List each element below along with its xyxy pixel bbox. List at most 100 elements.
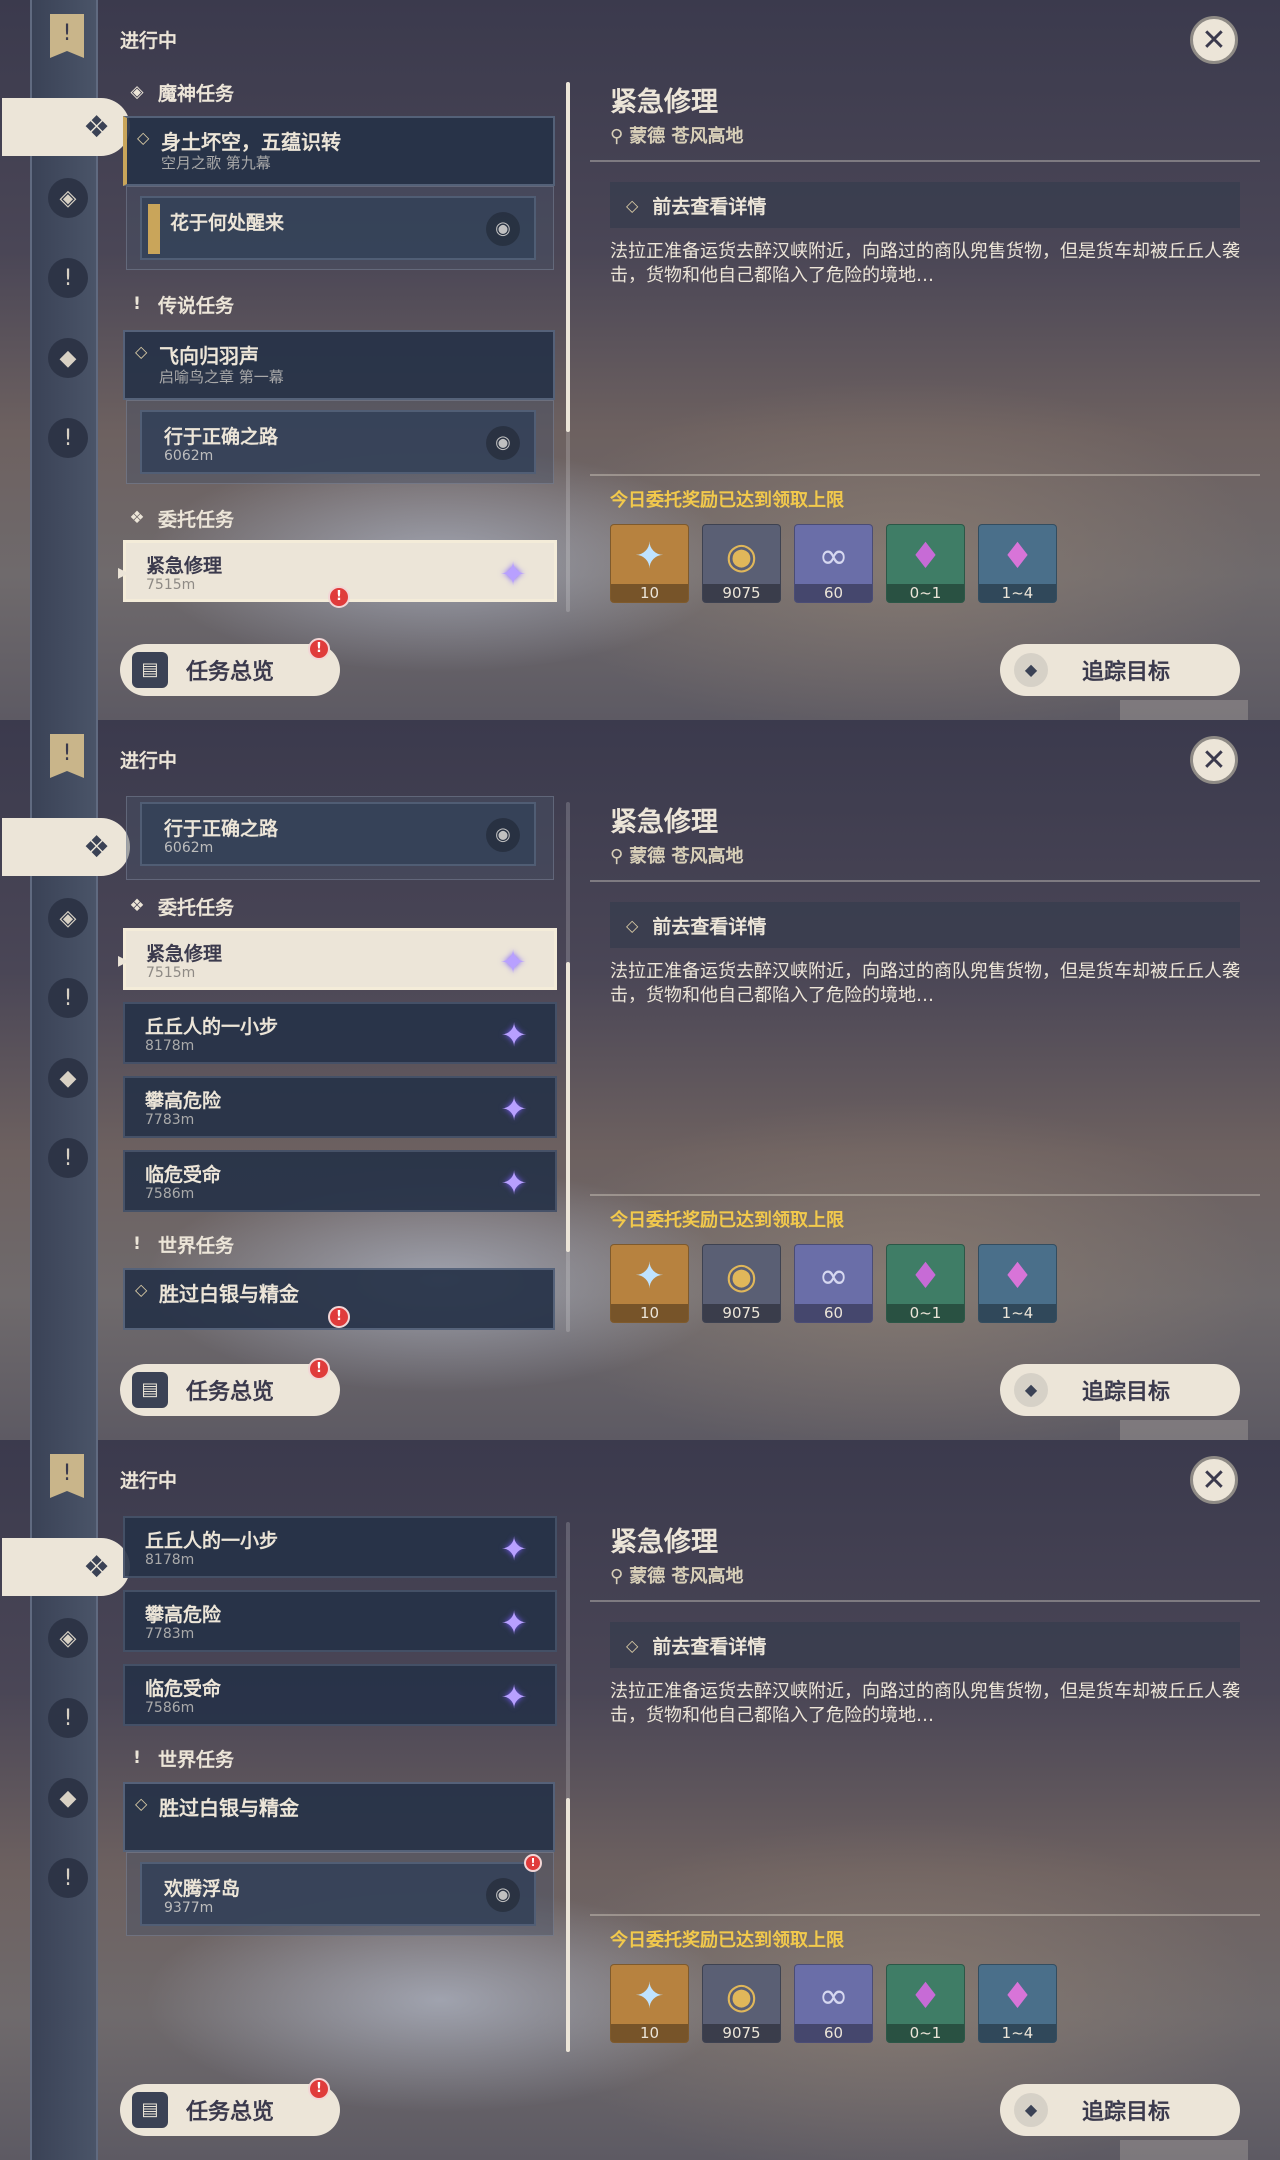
category-commission: ❖ 委托任务 xyxy=(126,500,234,536)
commission-title: 攀高危险 xyxy=(145,1090,222,1112)
commission-item[interactable]: 临危受命 7586m ✦ xyxy=(123,1664,557,1726)
quest-overview-button[interactable]: ▤ 任务总览 xyxy=(120,2084,340,2136)
selected-arrow-icon: ▶ xyxy=(118,565,129,581)
quest-book-icon: ▤ xyxy=(132,1372,168,1408)
track-target-button[interactable]: ◆ 追踪目标 xyxy=(1000,2084,1240,2136)
go-detail-button[interactable]: ◇ 前去查看详情 xyxy=(610,1622,1240,1668)
crystal-cluster-icon: ♦ xyxy=(1001,1255,1034,1297)
tracked-marker xyxy=(148,204,160,254)
reward-item[interactable]: ♦ 0~1 xyxy=(886,1964,965,2043)
world-quest-step[interactable]: 欢腾浮岛 9377m ◉ xyxy=(140,1862,536,1926)
alert-badge: ! xyxy=(308,2078,330,2100)
quest-overview-button[interactable]: ▤ 任务总览 xyxy=(120,1364,340,1416)
quest-list[interactable]: ◈ 魔神任务 ◇ 身土坏空，五蕴识转 空月之歌 第九幕 花于何处醒来 ◉ ! 传说任… xyxy=(118,74,568,614)
world-tab-icon[interactable]: ! xyxy=(48,1858,88,1898)
crystal-cluster-icon: ♦ xyxy=(1001,535,1034,577)
close-button[interactable]: ✕ xyxy=(1190,736,1238,784)
reward-item[interactable]: ∞ 60 xyxy=(794,1244,873,1323)
commission-star-icon: ✦ xyxy=(500,1530,528,1568)
legend-quest-step[interactable]: 行于正确之路 6062m ◉ xyxy=(140,410,536,474)
legend-tab-icon[interactable]: ! xyxy=(48,1698,88,1738)
tab-commission[interactable]: ❖ xyxy=(2,98,130,156)
selected-arrow-icon: ▶ xyxy=(118,953,129,969)
detail-title: 紧急修理 xyxy=(610,1527,718,1558)
commission-item[interactable]: 攀高危险 7783m ✦ xyxy=(123,1076,557,1138)
world-tab-icon[interactable]: ! xyxy=(48,418,88,458)
quest-banner-icon: ! xyxy=(50,14,84,58)
bottom-stub xyxy=(1120,1420,1248,1440)
reward-item[interactable]: ◉ 9075 xyxy=(702,524,781,603)
track-target-button[interactable]: ◆ 追踪目标 xyxy=(1000,1364,1240,1416)
reward-item[interactable]: ♦ 1~4 xyxy=(978,524,1057,603)
scrollbar[interactable] xyxy=(566,802,570,1332)
reward-item[interactable]: ♦ 0~1 xyxy=(886,524,965,603)
commission-star-icon: ✦ xyxy=(500,1016,528,1054)
star-icon: ✦ xyxy=(634,1255,665,1297)
legend-quest-step[interactable]: 行于正确之路 6062m ◉ xyxy=(140,802,536,866)
quest-diamond-icon: ◇ xyxy=(137,128,150,147)
quest-book-icon: ▤ xyxy=(132,2092,168,2128)
commission-item[interactable]: 丘丘人的一小步 8178m ✦ xyxy=(123,1516,557,1578)
quest-step-distance: 6062m xyxy=(164,448,214,464)
quest-title: 胜过白银与精金 xyxy=(159,1796,299,1820)
alert-badge: ! xyxy=(328,1306,350,1328)
go-detail-button[interactable]: ◇ 前去查看详情 xyxy=(610,902,1240,948)
commission-item[interactable]: 临危受命 7586m ✦ xyxy=(123,1150,557,1212)
reward-item[interactable]: ♦ 0~1 xyxy=(886,1244,965,1323)
close-button[interactable]: ✕ xyxy=(1190,16,1238,64)
archon-quest-step[interactable]: 花于何处醒来 ◉ xyxy=(140,196,536,260)
archon-tab-icon[interactable]: ◈ xyxy=(48,898,88,938)
archon-quest-main[interactable]: ◇ 身土坏空，五蕴识转 空月之歌 第九幕 xyxy=(123,116,555,186)
world-tab-icon[interactable]: ! xyxy=(48,1138,88,1178)
archon-tab-icon[interactable]: ◈ xyxy=(48,1618,88,1658)
close-button[interactable]: ✕ xyxy=(1190,1456,1238,1504)
diamond-tab-icon[interactable]: ◆ xyxy=(48,1058,88,1098)
location-pin-icon[interactable]: ◉ xyxy=(486,818,520,852)
track-diamond-icon: ◆ xyxy=(1014,2093,1048,2127)
bottom-stub xyxy=(1120,700,1248,720)
reward-item[interactable]: ∞ 60 xyxy=(794,1964,873,2043)
alert-badge: ! xyxy=(524,1854,542,1872)
detail-title: 紧急修理 xyxy=(610,87,718,118)
commission-item[interactable]: 丘丘人的一小步 8178m ✦ xyxy=(123,1002,557,1064)
archon-tab-icon[interactable]: ◈ xyxy=(48,178,88,218)
commission-title: 紧急修理 xyxy=(146,943,223,965)
reward-item[interactable]: ✦ 10 xyxy=(610,1964,689,2043)
go-detail-button[interactable]: ◇ 前去查看详情 xyxy=(610,182,1240,228)
reward-item[interactable]: ✦ 10 xyxy=(610,1244,689,1323)
tab-commission[interactable]: ❖ xyxy=(2,818,130,876)
quest-overview-button[interactable]: ▤ 任务总览 xyxy=(120,644,340,696)
reward-item[interactable]: ♦ 1~4 xyxy=(978,1964,1057,2043)
commission-title: 丘丘人的一小步 xyxy=(145,1016,279,1038)
diamond-tab-icon[interactable]: ◆ xyxy=(48,1778,88,1818)
tab-commission[interactable]: ❖ xyxy=(2,1538,130,1596)
reward-item[interactable]: ◉ 9075 xyxy=(702,1964,781,2043)
location-pin-icon: ⚲ xyxy=(610,1566,624,1587)
reward-item[interactable]: ∞ 60 xyxy=(794,524,873,603)
legend-tab-icon[interactable]: ! xyxy=(48,978,88,1018)
commission-item[interactable]: 攀高危险 7783m ✦ xyxy=(123,1590,557,1652)
reward-item[interactable]: ♦ 1~4 xyxy=(978,1244,1057,1323)
scrollbar[interactable] xyxy=(566,1522,570,2052)
world-quest-main[interactable]: ◇ 胜过白银与精金 xyxy=(123,1782,555,1852)
legend-tab-icon[interactable]: ! xyxy=(48,258,88,298)
legend-quest-main[interactable]: ◇ 飞向归羽声 启喻鸟之章 第一幕 xyxy=(123,330,555,400)
commission-title: 临危受命 xyxy=(145,1164,222,1186)
quest-list[interactable]: 丘丘人的一小步 8178m ✦ 攀高危险 7783m ✦ 临危受命 7586m … xyxy=(118,1514,568,2054)
reward-limit-note: 今日委托奖励已达到领取上限 xyxy=(610,1210,844,1231)
reward-item[interactable]: ◉ 9075 xyxy=(702,1244,781,1323)
track-target-button[interactable]: ◆ 追踪目标 xyxy=(1000,644,1240,696)
reward-item[interactable]: ✦ 10 xyxy=(610,524,689,603)
divider xyxy=(590,160,1260,162)
commission-item-selected[interactable]: ▶ 紧急修理 7515m ✦ xyxy=(118,928,557,990)
scrollbar[interactable] xyxy=(566,82,570,612)
commission-title: 攀高危险 xyxy=(145,1604,222,1626)
location-pin-icon[interactable]: ◉ xyxy=(486,1878,520,1912)
quest-list[interactable]: 行于正确之路 6062m ◉ ❖ 委托任务 ▶ 紧急修理 7515m ✦ 丘丘人的… xyxy=(118,794,568,1334)
quest-step-distance: 9377m xyxy=(164,1900,214,1916)
location-pin-icon[interactable]: ◉ xyxy=(486,426,520,460)
side-rail: ! ❖ ◈ ! ◆ ! xyxy=(2,1440,130,2160)
diamond-tab-icon[interactable]: ◆ xyxy=(48,338,88,378)
location-pin-icon[interactable]: ◉ xyxy=(486,212,520,246)
alert-badge: ! xyxy=(328,586,350,608)
